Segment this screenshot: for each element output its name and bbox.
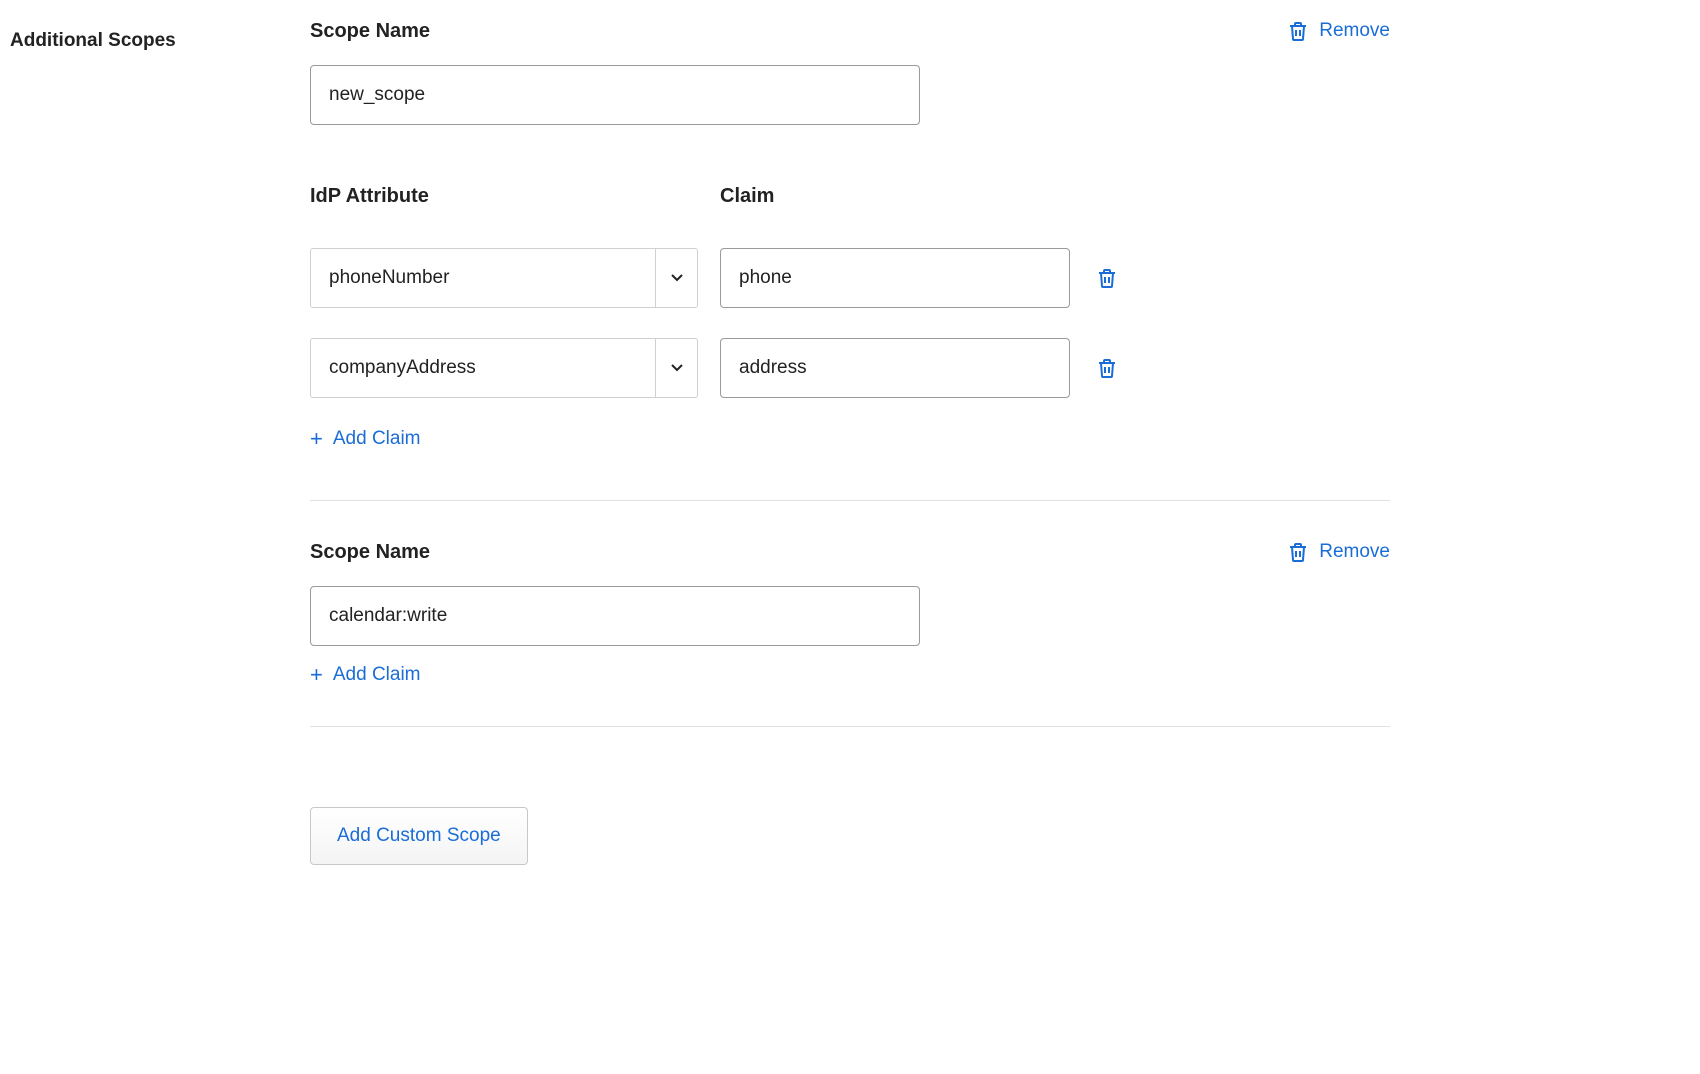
plus-icon: + [310, 428, 323, 450]
idp-attribute-select[interactable]: phoneNumber [310, 248, 698, 308]
trash-icon [1289, 21, 1307, 41]
delete-claim-button[interactable] [1098, 268, 1116, 288]
add-custom-scope-button[interactable]: Add Custom Scope [310, 807, 528, 865]
plus-icon: + [310, 664, 323, 686]
remove-label: Remove [1319, 20, 1390, 42]
remove-label: Remove [1319, 541, 1390, 563]
idp-attribute-label: IdP Attribute [310, 185, 720, 208]
trash-icon [1098, 268, 1116, 288]
add-claim-label: Add Claim [333, 664, 421, 686]
chevron-down-icon [655, 339, 697, 397]
idp-attribute-select[interactable]: companyAddress [310, 338, 698, 398]
claim-label: Claim [720, 185, 774, 208]
chevron-down-icon [655, 249, 697, 307]
trash-icon [1289, 542, 1307, 562]
scope-name-input[interactable] [310, 586, 920, 646]
add-claim-button[interactable]: + Add Claim [310, 664, 1390, 686]
claim-input[interactable] [720, 338, 1070, 398]
scope-name-label: Scope Name [310, 541, 920, 564]
remove-scope-button[interactable]: Remove [1289, 20, 1390, 42]
claim-row: phoneNumber [310, 248, 1390, 308]
scope-name-input[interactable] [310, 65, 920, 125]
remove-scope-button[interactable]: Remove [1289, 541, 1390, 563]
section-title: Additional Scopes [10, 30, 310, 52]
scope-name-label: Scope Name [310, 20, 920, 43]
idp-attribute-value: companyAddress [311, 339, 655, 397]
add-claim-label: Add Claim [333, 428, 421, 450]
scope-block: Scope Name Remove + Add Claim [310, 541, 1390, 727]
delete-claim-button[interactable] [1098, 358, 1116, 378]
idp-attribute-value: phoneNumber [311, 249, 655, 307]
add-claim-button[interactable]: + Add Claim [310, 428, 1390, 450]
trash-icon [1098, 358, 1116, 378]
claim-row: companyAddress [310, 338, 1390, 398]
scope-block: Scope Name Remove IdP Attribute Claim [310, 20, 1390, 501]
claim-input[interactable] [720, 248, 1070, 308]
